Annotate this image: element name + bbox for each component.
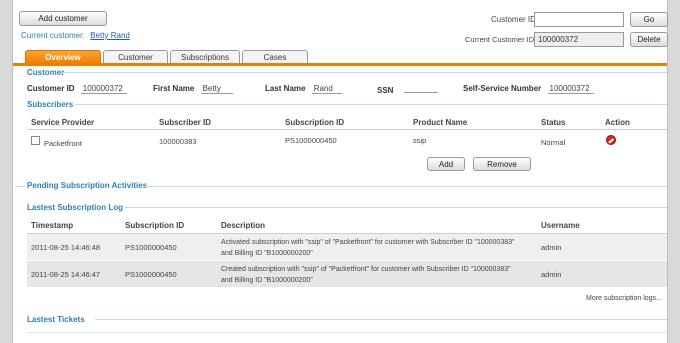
customer-id-label: Customer ID xyxy=(27,84,75,93)
subscribers-header-divider xyxy=(27,129,667,130)
log-subscription-link[interactable]: PS1000000450 xyxy=(125,243,177,252)
app-frame: Add customer Current customer: Betty Ran… xyxy=(12,0,668,343)
add-customer-button[interactable]: Add customer xyxy=(19,11,107,26)
self-service-number-label: Self-Service Number xyxy=(463,84,542,93)
add-subscriber-button[interactable]: Add xyxy=(427,157,465,171)
col-subscriber-id: Subscriber ID xyxy=(159,118,212,127)
tickets-bottom-divider xyxy=(27,332,667,333)
col-service-provider: Service Provider xyxy=(31,118,95,127)
go-button[interactable]: Go xyxy=(630,12,668,27)
customer-section-divider xyxy=(61,72,667,73)
ssn-item: SSN xyxy=(377,84,438,95)
customer-id-item: Customer ID 100000372 xyxy=(27,84,127,94)
pending-left-divider xyxy=(15,186,25,187)
more-subscription-logs-link[interactable]: More subscription logs... xyxy=(586,295,662,302)
log-section-title: Lastest Subscription Log xyxy=(27,203,124,212)
last-name-value: Rand xyxy=(311,84,342,94)
first-name-value: Betty xyxy=(200,84,233,94)
current-customer-id-label: Current Customer ID: xyxy=(465,35,537,44)
log-username: admin xyxy=(541,243,562,252)
log-timestamp: 2011-08-25 14:46:48 xyxy=(31,243,101,252)
log-username: admin xyxy=(541,270,562,279)
log-description-line1: Created subscription with "ssip" of "Pac… xyxy=(221,266,511,273)
last-name-item: Last Name Rand xyxy=(265,84,342,94)
subscriber-product: ssip xyxy=(413,136,427,145)
subscriber-subscription-link[interactable]: PS1000000450 xyxy=(285,136,337,145)
col-action: Action xyxy=(605,118,630,127)
ssn-value xyxy=(403,84,438,93)
tab-cases[interactable]: Cases xyxy=(242,50,308,64)
log-subscription-link[interactable]: PS1000000450 xyxy=(125,270,177,279)
subscriber-status: Normal xyxy=(541,138,566,147)
remove-subscription-icon[interactable] xyxy=(606,135,616,145)
current-customer: Current customer: Betty Rand xyxy=(21,31,130,40)
customer-section-title: Customer xyxy=(27,68,65,77)
customer-id-search-input[interactable] xyxy=(534,12,624,27)
ssn-label: SSN xyxy=(377,86,394,95)
subscriber-id: 100000383 xyxy=(159,137,197,146)
current-customer-link[interactable]: Betty Rand xyxy=(90,31,130,40)
subscribers-section-title: Subscribers xyxy=(27,100,74,109)
tickets-section-divider xyxy=(95,319,667,320)
first-name-item: First Name Betty xyxy=(153,84,233,94)
delete-button[interactable]: Delete xyxy=(630,32,668,47)
log-col-subscription-id: Subscription ID xyxy=(125,221,185,230)
col-status: Status xyxy=(541,118,566,127)
first-name-label: First Name xyxy=(153,84,195,93)
log-timestamp: 2011-08-25 14:46:47 xyxy=(31,270,101,279)
col-subscription-id: Subscription ID xyxy=(285,118,345,127)
last-name-label: Last Name xyxy=(265,84,306,93)
self-service-number-item: Self-Service Number 100000372 xyxy=(463,84,594,94)
current-customer-id-field: 100000372 xyxy=(534,32,624,47)
pending-section-title: Pending Subscription Activities xyxy=(27,181,148,190)
remove-subscriber-button[interactable]: Remove xyxy=(473,157,531,171)
pending-section-divider xyxy=(145,186,667,187)
log-col-username: Username xyxy=(541,221,580,230)
log-section-divider xyxy=(125,207,667,208)
tab-underline xyxy=(13,63,667,66)
current-customer-label: Current customer: xyxy=(21,31,86,40)
log-description-line1: Activated subscription with "ssip" of "P… xyxy=(221,239,515,246)
subscriber-provider: Packetfront xyxy=(44,139,82,148)
subscribers-section-divider xyxy=(75,104,667,105)
tickets-section-title: Lastest Tickets xyxy=(27,315,85,324)
tab-subscriptions[interactable]: Subscriptions xyxy=(170,50,240,64)
subscriber-row-checkbox[interactable] xyxy=(31,136,40,145)
tab-customer[interactable]: Customer xyxy=(103,50,168,64)
tab-overview[interactable]: Overview xyxy=(25,50,101,64)
col-product-name: Product Name xyxy=(413,118,468,127)
self-service-number-value: 100000372 xyxy=(547,84,594,94)
log-col-description: Description xyxy=(221,221,266,230)
log-col-timestamp: Timestamp xyxy=(31,221,74,230)
customer-id-value: 100000372 xyxy=(80,84,127,94)
log-description-line2: and Billing ID "B1000000200" xyxy=(221,250,313,257)
log-description-line2: and Billing ID "B1000000200" xyxy=(221,277,313,284)
customer-id-search-label: Customer ID: xyxy=(491,15,539,24)
